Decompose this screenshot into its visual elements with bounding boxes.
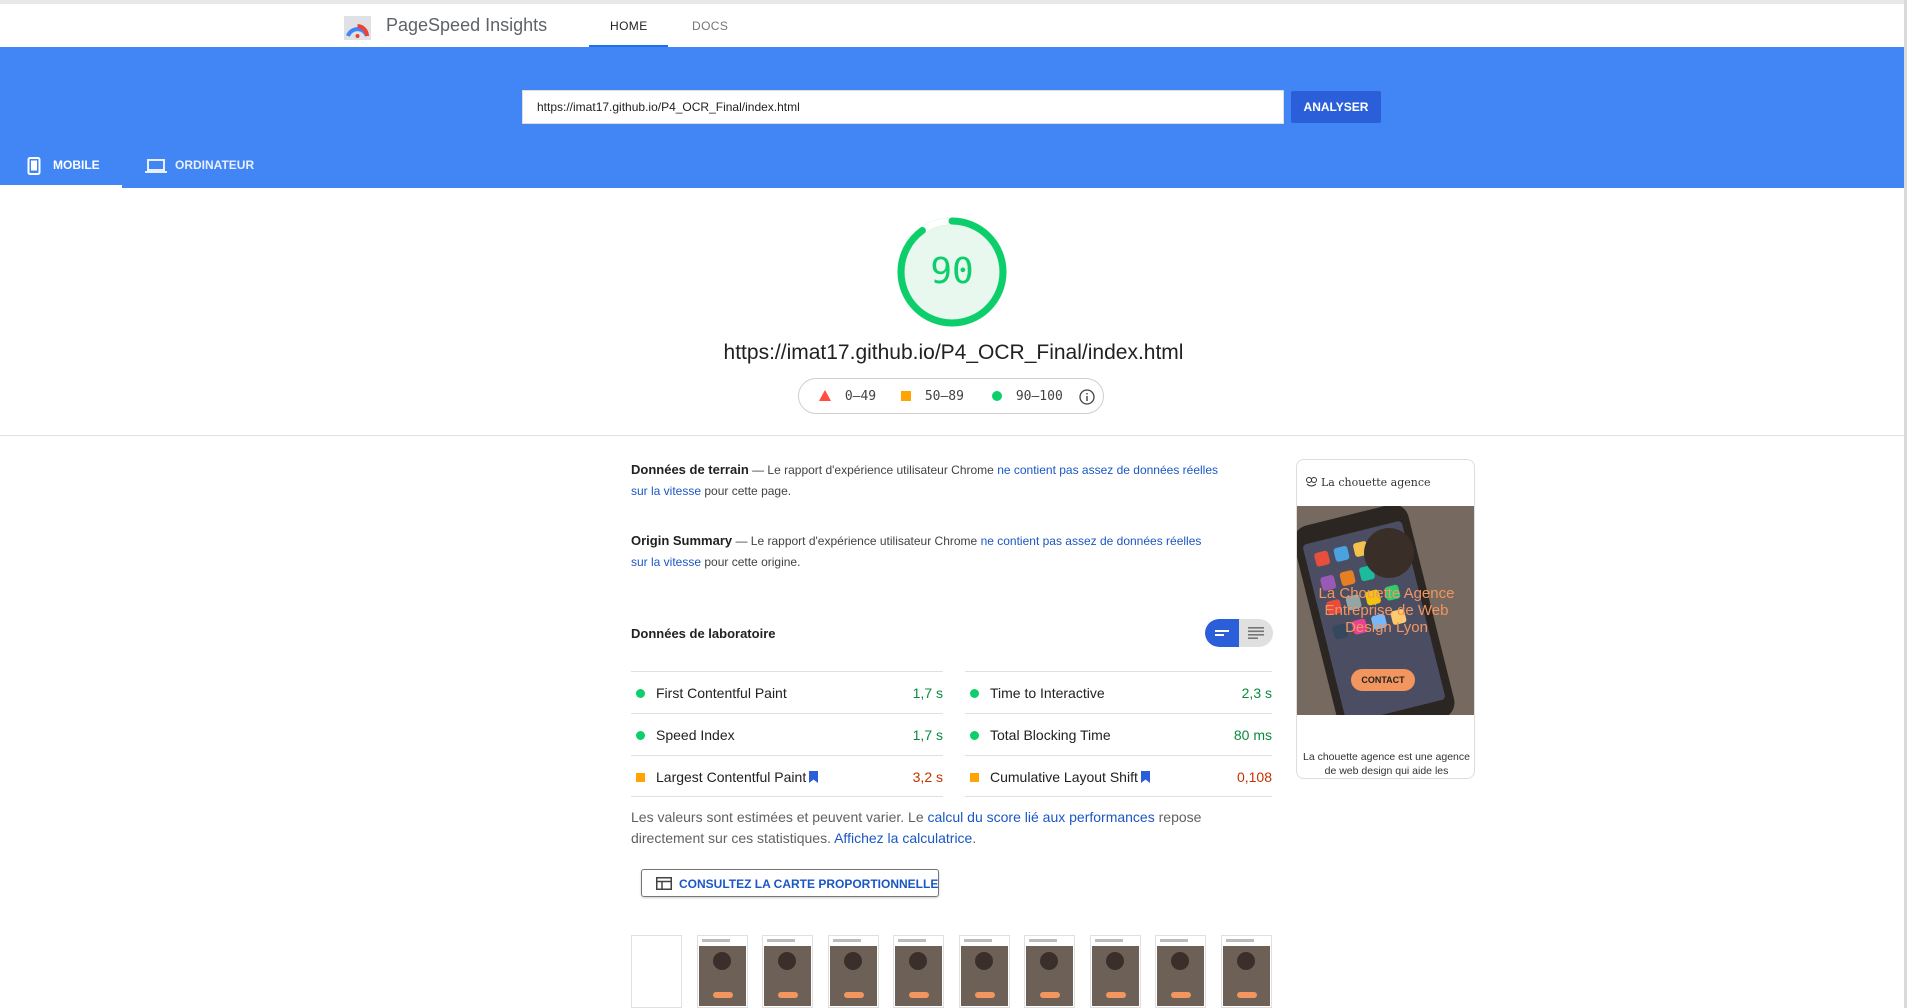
preview-brand: La chouette agence bbox=[1321, 476, 1431, 489]
preview-hero-image: La Chouette Agence Entreprise de Web Des… bbox=[1297, 506, 1474, 715]
filmstrip-frame bbox=[1155, 935, 1206, 1008]
smartphone-icon bbox=[27, 157, 41, 175]
metrics-divider bbox=[631, 796, 943, 797]
metric-name-wrap: Cumulative Layout Shift bbox=[990, 769, 1150, 785]
owl-logo-icon bbox=[1306, 477, 1317, 487]
legend-range-pass: 90–100 bbox=[1015, 389, 1063, 404]
treemap-button[interactable]: CONSULTEZ LA CARTE PROPORTIONNELLE bbox=[641, 869, 939, 897]
bookmark-icon bbox=[809, 771, 819, 783]
filmstrip-frame bbox=[1221, 935, 1272, 1008]
metric-name: First Contentful Paint bbox=[656, 685, 787, 701]
green-circle-icon bbox=[970, 731, 979, 740]
treemap-icon bbox=[656, 877, 672, 890]
filmstrip-frame bbox=[697, 935, 748, 1008]
tab-desktop-label: ORDINATEUR bbox=[175, 158, 255, 172]
metrics-divider bbox=[965, 796, 1272, 797]
legend-range-average: 50–89 bbox=[924, 389, 964, 404]
metric-speed-index: Speed Index 1,7 s bbox=[631, 713, 943, 755]
green-circle-icon bbox=[636, 689, 645, 698]
green-circle-icon bbox=[636, 731, 645, 740]
laptop-icon bbox=[145, 159, 167, 173]
metric-value: 80 ms bbox=[1233, 727, 1272, 743]
field-data-title: Données de terrain bbox=[631, 462, 749, 477]
final-screenshot-preview: La chouette agence La Chouette Agence En… bbox=[1296, 459, 1475, 779]
metric-total-blocking-time: Total Blocking Time 80 ms bbox=[965, 713, 1272, 755]
origin-summary-text-after: pour cette origine. bbox=[701, 555, 801, 569]
metric-name: Cumulative Layout Shift bbox=[990, 769, 1138, 785]
tab-mobile-label: MOBILE bbox=[53, 158, 100, 172]
preview-contact-button: CONTACT bbox=[1351, 669, 1415, 691]
metric-name: Time to Interactive bbox=[990, 685, 1105, 701]
expanded-view-icon[interactable] bbox=[1248, 627, 1264, 639]
search-banner: ANALYSER MOBILE ORDINATEUR bbox=[0, 47, 1904, 188]
app-header: PageSpeed Insights HOME DOCS bbox=[0, 4, 1907, 47]
metric-name: Speed Index bbox=[656, 727, 735, 743]
note-text: Les valeurs sont estimées et peuvent var… bbox=[631, 809, 928, 825]
preview-description: La chouette agence est une agence de web… bbox=[1303, 751, 1470, 777]
legend-item-average: 50–89 bbox=[901, 389, 964, 404]
metric-value: 1,7 s bbox=[912, 727, 943, 743]
pagespeed-gauge-icon[interactable] bbox=[344, 16, 371, 40]
lab-data-title: Données de laboratoire bbox=[631, 626, 776, 641]
filmstrip-frame bbox=[959, 935, 1010, 1008]
metric-cumulative-layout-shift: Cumulative Layout Shift 0,108 bbox=[965, 755, 1272, 797]
legend-item-pass: 90–100 bbox=[992, 389, 1063, 404]
tab-docs[interactable]: DOCS bbox=[692, 19, 728, 33]
estimates-note: Les valeurs sont estimées et peuvent var… bbox=[631, 807, 1271, 849]
orange-square-icon bbox=[636, 773, 645, 782]
tab-home[interactable]: HOME bbox=[610, 19, 648, 33]
field-data-text-after: pour cette page. bbox=[701, 484, 792, 498]
metric-largest-contentful-paint: Largest Contentful Paint 3,2 s bbox=[631, 755, 943, 797]
metrics-view-toggle[interactable] bbox=[1205, 619, 1273, 647]
metric-name: Total Blocking Time bbox=[990, 727, 1111, 743]
orange-square-icon bbox=[901, 391, 911, 401]
field-data-section: Données de terrain — Le rapport d'expéri… bbox=[631, 459, 1221, 502]
filmstrip-frame bbox=[1024, 935, 1075, 1008]
filmstrip-frame bbox=[1090, 935, 1141, 1008]
score-legend: 0–49 50–89 90–100 bbox=[798, 378, 1104, 414]
url-input[interactable] bbox=[522, 90, 1284, 124]
metric-first-contentful-paint: First Contentful Paint 1,7 s bbox=[631, 671, 943, 713]
filmstrip-frame bbox=[631, 935, 682, 1008]
treemap-button-label: CONSULTEZ LA CARTE PROPORTIONNELLE bbox=[679, 877, 939, 891]
info-icon[interactable] bbox=[1079, 389, 1095, 405]
field-data-text: — Le rapport d'expérience utilisateur Ch… bbox=[748, 463, 998, 477]
origin-summary-text: — Le rapport d'expérience utilisateur Ch… bbox=[732, 534, 981, 548]
analyze-button[interactable]: ANALYSER bbox=[1291, 91, 1381, 123]
owl-logo-circle bbox=[1364, 528, 1414, 578]
origin-summary-section: Origin Summary — Le rapport d'expérience… bbox=[631, 530, 1206, 573]
app-title[interactable]: PageSpeed Insights bbox=[386, 15, 547, 36]
metric-value: 1,7 s bbox=[912, 685, 943, 701]
section-divider bbox=[0, 435, 1904, 436]
legend-range-fail: 0–49 bbox=[844, 389, 877, 404]
active-device-indicator bbox=[0, 185, 122, 188]
compact-view-icon bbox=[1215, 630, 1229, 636]
score-calculation-link[interactable]: calcul du score lié aux performances bbox=[928, 809, 1155, 825]
legend-item-fail: 0–49 bbox=[819, 389, 876, 404]
filmstrip-frame bbox=[893, 935, 944, 1008]
orange-square-icon bbox=[970, 773, 979, 782]
preview-hero-title: La Chouette Agence Entreprise de Web Des… bbox=[1318, 585, 1455, 636]
filmstrip-frame bbox=[762, 935, 813, 1008]
bookmark-icon bbox=[1140, 771, 1150, 783]
note-text: . bbox=[972, 830, 977, 846]
origin-summary-title: Origin Summary bbox=[631, 533, 733, 548]
metric-value: 2,3 s bbox=[1241, 685, 1272, 701]
filmstrip-frame bbox=[828, 935, 879, 1008]
metric-name: Largest Contentful Paint bbox=[656, 769, 807, 785]
performance-score-value: 90 bbox=[930, 251, 974, 292]
metric-value: 0,108 bbox=[1236, 769, 1272, 785]
red-triangle-icon bbox=[819, 390, 831, 401]
metric-time-to-interactive: Time to Interactive 2,3 s bbox=[965, 671, 1272, 713]
metric-value: 3,2 s bbox=[912, 769, 943, 785]
green-circle-icon bbox=[992, 391, 1002, 401]
green-circle-icon bbox=[970, 689, 979, 698]
metric-name-wrap: Largest Contentful Paint bbox=[656, 769, 819, 785]
calculator-link[interactable]: Affichez la calculatrice bbox=[834, 830, 972, 846]
report-url: https://imat17.github.io/P4_OCR_Final/in… bbox=[723, 341, 1184, 364]
